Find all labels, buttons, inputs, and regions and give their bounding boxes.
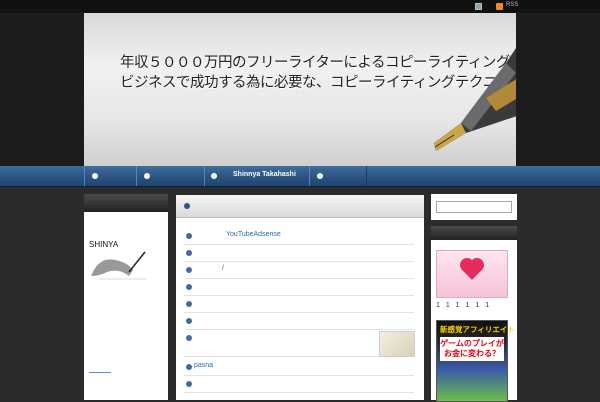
right-sidebar: 1 1 1 1 1 1 新感覚アフィリエイト ゲームのプレイがお金に変わる？	[431, 194, 517, 402]
header-bullet-icon	[184, 203, 190, 209]
list-item[interactable]	[184, 296, 414, 313]
sidebar-link[interactable]	[89, 372, 111, 373]
rss-icon[interactable]	[496, 3, 503, 10]
post-thumbnail[interactable]	[379, 331, 415, 357]
affiliate-banner-2[interactable]: 新感覚アフィリエイト ゲームのプレイがお金に変わる？	[436, 320, 515, 402]
ad-headline: 新感覚アフィリエイト	[440, 325, 515, 334]
list-item[interactable]	[184, 245, 414, 262]
list-item-text[interactable]: pasna	[194, 362, 213, 369]
writing-hand-icon	[91, 251, 147, 280]
sidebar-header	[431, 226, 517, 240]
nav-item-label: Shinnya Takahashi	[233, 171, 296, 178]
nav-item-4[interactable]	[309, 166, 367, 186]
nav-item-3[interactable]: Shinnya Takahashi	[204, 166, 310, 186]
bullet-icon	[186, 381, 192, 387]
ad-subhead: ゲームのプレイがお金に変わる？	[440, 337, 504, 361]
search-box	[431, 194, 517, 220]
bullet-icon	[186, 301, 192, 307]
ad-caption: 1 1 1 1 1 1	[436, 302, 492, 309]
bullet-icon	[186, 233, 192, 239]
bullet-icon	[186, 335, 192, 341]
list-item[interactable]	[184, 376, 414, 393]
bullet-icon	[186, 267, 192, 273]
left-sidebar: SHINYA	[84, 194, 168, 400]
search-input[interactable]	[436, 201, 512, 213]
nav-bullet-icon	[144, 173, 150, 179]
top-bar: RSS	[0, 0, 600, 13]
list-item[interactable]	[184, 313, 414, 330]
list-item[interactable]: YouTubeAdsense	[184, 228, 414, 245]
bullet-icon	[186, 364, 192, 370]
list-item[interactable]	[184, 279, 414, 296]
bullet-icon	[186, 284, 192, 290]
content-header	[176, 195, 424, 218]
site-header: 年収５０００万円のフリーライターによるコピーライティング講座 ビジネスで成功する…	[0, 13, 600, 166]
main-content: YouTubeAdsense / pasna	[176, 195, 424, 400]
rss-link[interactable]: RSS	[506, 2, 518, 8]
list-item[interactable]: /	[184, 262, 414, 279]
account-icon[interactable]	[475, 3, 482, 10]
list-item-text[interactable]: YouTubeAdsense	[226, 231, 281, 238]
sidebar-header	[84, 194, 168, 212]
list-item-text[interactable]: /	[222, 265, 224, 272]
nav-item-1[interactable]	[84, 166, 137, 186]
header-banner[interactable]: 年収５０００万円のフリーライターによるコピーライティング講座 ビジネスで成功する…	[84, 13, 516, 166]
list-item[interactable]: pasna	[184, 359, 414, 376]
affiliate-banner-1[interactable]	[436, 250, 508, 298]
nav-item-2[interactable]	[136, 166, 205, 186]
main-nav: Shinnya Takahashi	[0, 166, 600, 187]
nav-bullet-icon	[317, 173, 323, 179]
bullet-icon	[186, 250, 192, 256]
nav-bullet-icon	[92, 173, 98, 179]
bullet-icon	[186, 318, 192, 324]
fountain-pen-icon	[434, 48, 516, 151]
ad-panel: 1 1 1 1 1 1 新感覚アフィリエイト ゲームのプレイがお金に変わる？	[431, 240, 517, 402]
heart-icon	[462, 260, 482, 280]
nav-bullet-icon	[211, 173, 217, 179]
